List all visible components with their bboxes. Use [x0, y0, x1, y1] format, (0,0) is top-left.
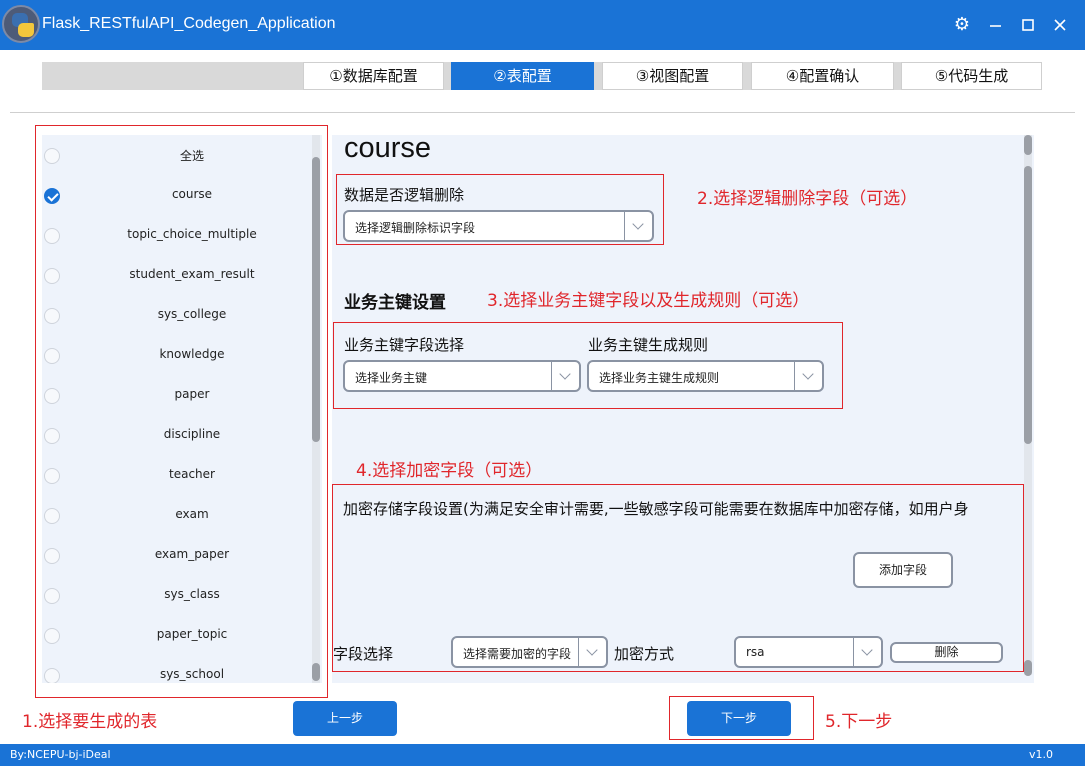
annotation-box-business-key [333, 322, 843, 409]
minimize-icon[interactable] [984, 14, 1006, 36]
prev-step-button[interactable]: 上一步 [293, 701, 397, 736]
status-bar: By:NCEPU-bj-iDeal v1.0 [0, 744, 1085, 766]
tab-config-confirm[interactable]: ④配置确认 [751, 62, 894, 90]
annotation-step1: 1.选择要生成的表 [22, 712, 158, 732]
table-title: course [344, 132, 432, 164]
maximize-icon[interactable] [1017, 14, 1039, 36]
annotation-box-next [669, 696, 814, 740]
business-key-title: 业务主键设置 [344, 293, 446, 313]
annotation-box-encrypt [332, 484, 1024, 672]
tab-code-generate[interactable]: ⑤代码生成 [901, 62, 1042, 90]
annotation-step2: 2.选择逻辑删除字段（可选） [697, 189, 918, 209]
app-logo-icon [2, 5, 40, 43]
annotation-step5: 5.下一步 [825, 712, 893, 732]
annotation-box-table-list [35, 125, 328, 698]
title-bar: Flask_RESTfulAPI_Codegen_Application ⚙ [0, 0, 1085, 50]
status-version: v1.0 [1028, 748, 1053, 761]
gear-icon[interactable]: ⚙ [951, 14, 973, 36]
config-scrollbar-end[interactable] [1024, 660, 1032, 676]
tab-table-config[interactable]: ②表配置 [451, 62, 594, 90]
divider [10, 112, 1075, 113]
annotation-step3: 3.选择业务主键字段以及生成规则（可选） [487, 291, 810, 311]
tab-database-config[interactable]: ①数据库配置 [303, 62, 444, 90]
close-icon[interactable] [1049, 14, 1071, 36]
window-title: Flask_RESTfulAPI_Codegen_Application [42, 15, 336, 32]
tab-view-config[interactable]: ③视图配置 [602, 62, 743, 90]
config-scrollbar-top[interactable] [1024, 135, 1032, 155]
status-author: By:NCEPU-bj-iDeal [10, 748, 111, 761]
annotation-box-logic-delete [336, 174, 664, 245]
config-scrollbar-thumb[interactable] [1024, 166, 1032, 444]
annotation-step4: 4.选择加密字段（可选） [356, 461, 543, 481]
